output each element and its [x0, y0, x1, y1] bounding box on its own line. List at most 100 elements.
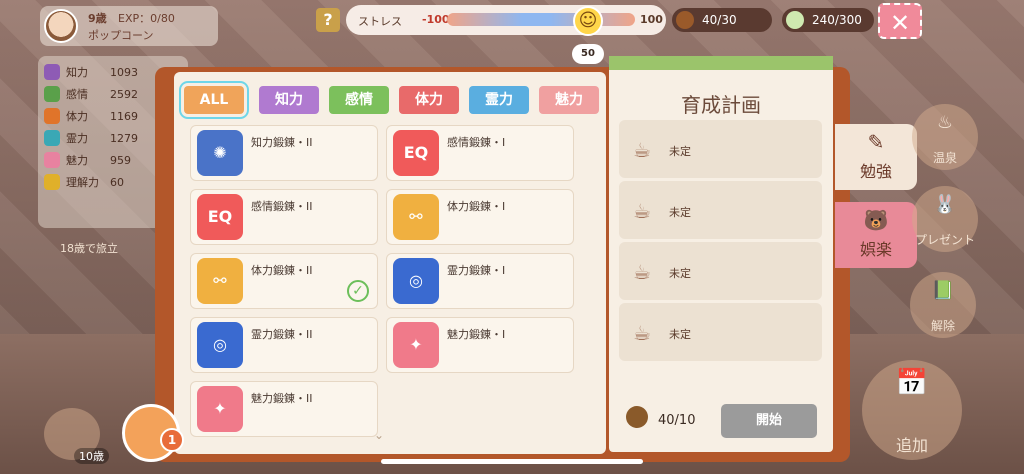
coffee-cup-icon: ☕	[633, 260, 651, 284]
help-button[interactable]: ?	[316, 8, 340, 32]
stat-icon	[44, 130, 60, 146]
stress-min: -100	[422, 13, 450, 26]
stat-label: 知力	[66, 66, 88, 79]
side-tab-fun[interactable]: 🐻 娯楽	[835, 202, 917, 268]
training-card[interactable]: ◎ 霊力鍛錬・II	[190, 317, 378, 373]
training-card[interactable]: ⚯ 体力鍛錬・II ✓	[190, 253, 378, 309]
spiral-icon: ◎	[393, 258, 439, 304]
stat-label: 霊力	[66, 132, 88, 145]
stat-row: 知力 1093	[44, 62, 138, 82]
plan-slot[interactable]: ☕ 未定	[619, 242, 822, 300]
coffee-cup-icon: ☕	[633, 138, 651, 162]
training-card[interactable]: ⚯ 体力鍛錬・I	[386, 189, 574, 245]
stress-value: 50	[572, 44, 604, 64]
plan-slot[interactable]: ☕ 未定	[619, 303, 822, 361]
dumbbell-icon: ⚯	[197, 258, 243, 304]
energy-value: 240/300	[812, 13, 862, 27]
check-icon: ✓	[347, 280, 369, 302]
training-card[interactable]: ◎ 霊力鍛錬・I	[386, 253, 574, 309]
training-title: 魅力鍛錬・II	[251, 392, 313, 405]
tab-category[interactable]: 知力	[259, 86, 319, 114]
coffee-cup-icon: ☕	[633, 199, 651, 223]
right-button-label: プレゼント	[914, 233, 975, 247]
avatar[interactable]	[44, 9, 78, 43]
stat-icon	[44, 152, 60, 168]
plan-slot-label: 未定	[669, 145, 691, 158]
eq-heart-icon: EQ	[393, 130, 439, 176]
plan-header-band	[609, 56, 833, 70]
plan-slot-label: 未定	[669, 328, 691, 341]
stat-row: 体力 1169	[44, 106, 138, 126]
energy-icon	[786, 11, 804, 29]
plan-slot[interactable]: ☕ 未定	[619, 181, 822, 239]
spiral-icon: ◎	[197, 322, 243, 368]
training-title: 知力鍛錬・II	[251, 136, 313, 149]
bear-icon: 🐻	[863, 208, 889, 232]
plan-slot[interactable]: ☕ 未定	[619, 120, 822, 178]
plan-slot-label: 未定	[669, 267, 691, 280]
coffee-cup-icon: ☕	[633, 321, 651, 345]
right-button-label: 解除	[930, 319, 955, 333]
side-tab-label: 勉強	[859, 162, 892, 181]
training-title: 霊力鍛錬・I	[447, 264, 506, 277]
stat-label: 理解力	[66, 176, 99, 189]
training-card[interactable]: ✺ 知力鍛錬・II	[190, 125, 378, 181]
right-button-rabbit[interactable]: 🐰 プレゼント	[912, 186, 978, 252]
stat-label: 魅力	[66, 154, 88, 167]
tab-all[interactable]: ALL	[184, 86, 244, 114]
stat-row: 魅力 959	[44, 150, 131, 170]
stress-bar	[447, 13, 635, 26]
lipstick-icon: ✦	[197, 386, 243, 432]
right-button-book[interactable]: 📗 解除	[910, 272, 976, 338]
stat-label: 感情	[66, 88, 88, 101]
training-title: 魅力鍛錬・I	[447, 328, 506, 341]
acorn-counter: 40/30	[672, 8, 772, 32]
side-tab-label: 娯楽	[859, 240, 892, 259]
tab-category[interactable]: 体力	[399, 86, 459, 114]
right-button-label: 追加	[895, 436, 928, 455]
book-icon: 📗	[931, 280, 955, 301]
side-tab-study[interactable]: ✎ 勉強	[835, 124, 917, 190]
plan-title: 育成計画	[681, 93, 761, 117]
bulb-icon: ✺	[197, 130, 243, 176]
stat-icon	[44, 64, 60, 80]
stat-row: 霊力 1279	[44, 128, 138, 148]
character-name: ポップコーン	[88, 29, 154, 42]
start-button[interactable]: 開始	[721, 404, 817, 438]
stat-row: 理解力 60	[44, 172, 124, 192]
training-title: 感情鍛錬・II	[251, 200, 313, 213]
tab-category[interactable]: 魅力	[539, 86, 599, 114]
training-title: 体力鍛錬・I	[447, 200, 506, 213]
calendar-icon: 📅	[895, 368, 929, 398]
training-card[interactable]: EQ 感情鍛錬・I	[386, 125, 574, 181]
training-card[interactable]: EQ 感情鍛錬・II	[190, 189, 378, 245]
scroll-down-icon[interactable]: ⌄	[374, 428, 384, 442]
home-indicator	[381, 459, 643, 464]
age-notice: 18歳で旅立	[60, 242, 118, 255]
right-button-onsen[interactable]: ♨ 温泉	[912, 104, 978, 170]
tab-category[interactable]: 霊力	[469, 86, 529, 114]
plan-cost: 40/10	[658, 413, 696, 428]
exp-label: EXP：0/80	[118, 12, 175, 25]
training-card[interactable]: ✦ 魅力鍛錬・II	[190, 381, 378, 437]
right-button-calendar[interactable]: 📅 追加	[862, 360, 962, 460]
stat-row: 感情 2592	[44, 84, 138, 104]
age-label: 9歳	[88, 12, 107, 25]
mail-badge: 1	[160, 428, 184, 452]
stress-max: 100	[640, 13, 663, 26]
acorn-cost-icon	[626, 406, 648, 428]
onsen-icon: ♨	[936, 112, 954, 133]
smiley-icon: ☺	[573, 6, 603, 36]
training-title: 体力鍛錬・II	[251, 264, 313, 277]
tab-category[interactable]: 感情	[329, 86, 389, 114]
training-card[interactable]: ✦ 魅力鍛錬・I	[386, 317, 574, 373]
dumbbell-icon: ⚯	[393, 194, 439, 240]
pencil-icon: ✎	[867, 130, 885, 154]
stat-icon	[44, 108, 60, 124]
energy-counter: 240/300	[782, 8, 874, 32]
eq-heart-icon: EQ	[197, 194, 243, 240]
stress-label: ストレス	[358, 15, 402, 28]
acorn-icon	[676, 11, 694, 29]
notes-count: 10歳	[74, 448, 109, 464]
close-button[interactable]: ✕	[878, 3, 922, 39]
